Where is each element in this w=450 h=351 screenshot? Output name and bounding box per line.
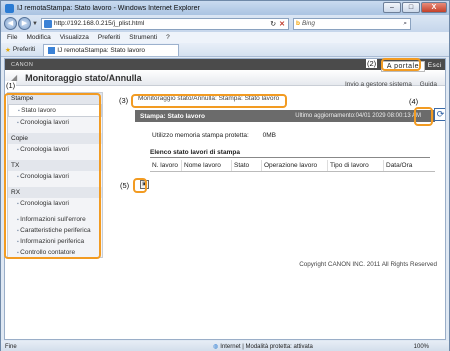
col-status: Stato [232, 160, 262, 171]
menu-file[interactable]: File [7, 34, 17, 41]
menu-modifica[interactable]: Modifica [26, 34, 50, 41]
browser-tab[interactable]: IJ remotaStampa: Stato lavoro [43, 43, 180, 56]
window-title: IJ remotaStampa: Stato lavoro - Windows … [17, 4, 200, 12]
copyright: Copyright CANON INC. 2011 All Rights Res… [299, 261, 437, 268]
minimize-button[interactable]: – [383, 2, 401, 13]
favorites-bar: ★ Preferiti IJ remotaStampa: Stato lavor… [1, 43, 449, 57]
search-field[interactable]: b Bing ⌕ [292, 17, 411, 30]
brand-label: CANON [11, 61, 34, 68]
callout-box-page-icon [133, 178, 147, 193]
callout-box-sidebar [4, 93, 101, 259]
callout-number-4: (4) [408, 97, 420, 106]
col-job-name: Nome lavoro [182, 160, 232, 171]
table-title: Elenco stato lavori di stampa [150, 149, 430, 158]
browser-window: IJ remotaStampa: Stato lavoro - Windows … [0, 0, 450, 351]
tab-label: IJ remotaStampa: Stato lavoro [57, 46, 146, 54]
usage-label: Utilizzo memoria stampa protetta: [152, 132, 249, 139]
usage-value: 0MB [262, 132, 276, 139]
history-dropdown-icon[interactable]: ▼ [32, 21, 38, 27]
exit-link[interactable]: Esci [428, 62, 442, 69]
security-zone: ◍ Internet | Modalità protetta: attivata [213, 343, 313, 351]
page-top-bar: CANON A portale Esci [5, 59, 445, 72]
stop-icon[interactable]: ✕ [279, 20, 285, 28]
favorites-star-icon[interactable]: ★ [5, 46, 11, 54]
favorites-button[interactable]: Preferiti [13, 46, 35, 53]
help-link[interactable]: Guida [420, 81, 437, 88]
menu-preferiti[interactable]: Preferiti [98, 34, 120, 41]
last-update: Ultimo aggiornamento:04/01 2029 08:00:13… [295, 113, 421, 119]
forward-button[interactable]: ▶ [18, 17, 31, 30]
col-job-type: Tipo di lavoro [328, 160, 384, 171]
table-header: N. lavoro Nome lavoro Stato Operazione l… [150, 160, 435, 172]
refresh-icon[interactable]: ↻ [270, 20, 276, 28]
panel-header: Stampa: Stato lavoro Ultimo aggiornament… [135, 108, 445, 122]
header-links: Invio a gestore sistema Guida [339, 81, 437, 88]
send-to-admin-link[interactable]: Invio a gestore sistema [345, 81, 412, 88]
site-icon [43, 19, 52, 28]
callout-number-3: (3) [118, 96, 130, 105]
page-header: ◢ Monitoraggio stato/Annulla Invio a ges… [5, 70, 445, 88]
search-placeholder: Bing [301, 20, 315, 27]
col-datetime: Data/Ora [386, 162, 413, 169]
window-controls: – □ X [382, 2, 447, 13]
menu-bar: File Modifica Visualizza Preferiti Strum… [1, 32, 449, 43]
menu-visualizza[interactable]: Visualizza [60, 34, 89, 41]
page-title: Monitoraggio stato/Annulla [25, 72, 142, 83]
zoom-level[interactable]: 100% [414, 344, 429, 350]
url-text: http://192.168.0.215/j_plist.html [53, 20, 145, 27]
menu-strumenti[interactable]: Strumenti [129, 34, 157, 41]
callout-box-portal [381, 58, 421, 71]
callout-box-breadcrumb [131, 94, 287, 108]
address-bar: ◀ ▶ ▼ http://192.168.0.215/j_plist.html … [1, 15, 449, 32]
panel-title: Stampa: Stato lavoro [140, 112, 206, 120]
url-field[interactable]: http://192.168.0.215/j_plist.html ↻ ✕ [40, 17, 289, 30]
status-text: Fine [5, 343, 17, 350]
back-button[interactable]: ◀ [4, 17, 17, 30]
zone-text: Internet | Modalità protetta: attivata [220, 343, 313, 350]
tab-icon [48, 46, 56, 54]
globe-icon: ◍ [213, 344, 219, 350]
close-button[interactable]: X [421, 2, 447, 13]
maximize-button[interactable]: □ [402, 2, 420, 13]
main-content: Monitoraggio stato/Annulla: Stampa: Stat… [105, 92, 445, 282]
col-job-number: N. lavoro [150, 160, 182, 171]
callout-number-1: (1) [5, 81, 17, 90]
callout-box-refresh [414, 107, 433, 126]
callout-number-5: (5) [119, 181, 131, 190]
refresh-button[interactable]: ⟳ [434, 108, 445, 121]
ie-page-icon [5, 3, 14, 13]
callout-number-2: (2) [366, 59, 378, 68]
status-bar: Fine ◍ Internet | Modalità protetta: att… [1, 341, 449, 351]
memory-usage: Utilizzo memoria stampa protetta: 0MB [152, 132, 276, 139]
bing-icon: b [295, 20, 300, 27]
col-operation: Operazione lavoro [262, 160, 328, 171]
menu-help[interactable]: ? [166, 34, 170, 41]
title-bar: IJ remotaStampa: Stato lavoro - Windows … [1, 1, 449, 15]
search-icon[interactable]: ⌕ [403, 20, 407, 28]
